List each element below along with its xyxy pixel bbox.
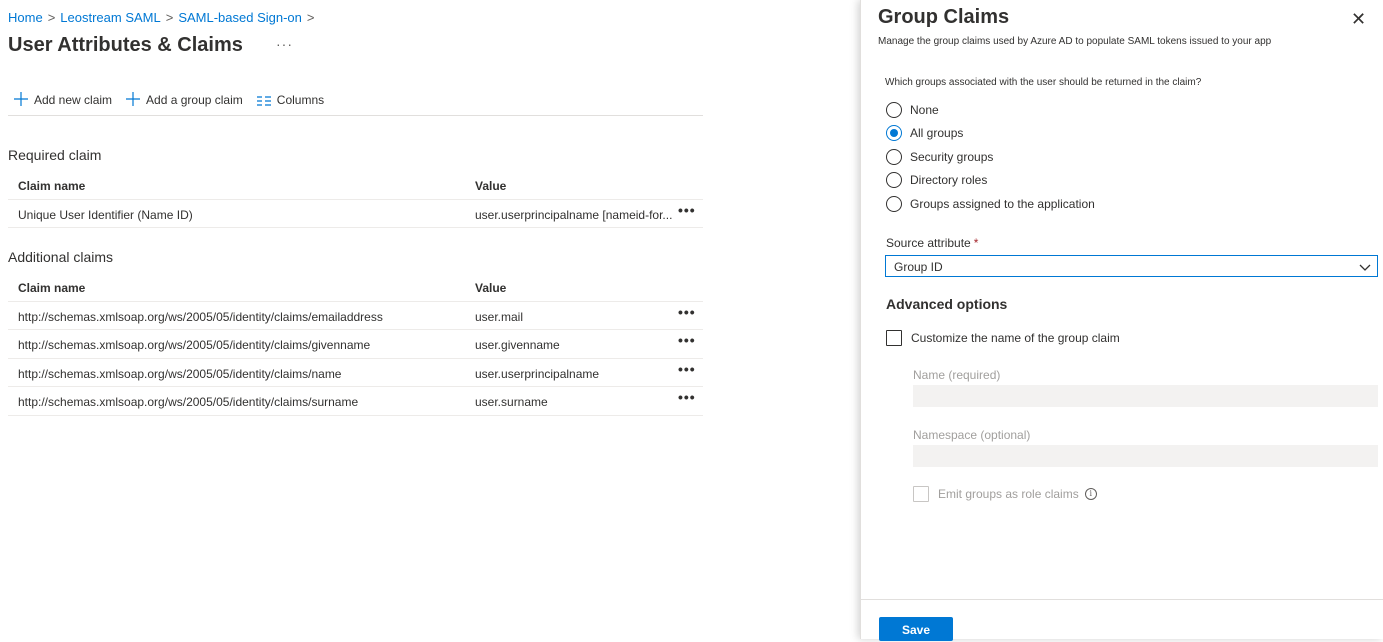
radio-none[interactable]: None xyxy=(886,98,1095,122)
required-marker: * xyxy=(973,236,979,250)
info-icon[interactable]: i xyxy=(1084,488,1097,500)
radio-label: All groups xyxy=(910,126,964,141)
group-claims-panel: Group Claims Manage the group claims use… xyxy=(860,0,1383,641)
source-attribute-dropdown[interactable]: Group ID xyxy=(885,255,1378,277)
more-icon[interactable]: ••• xyxy=(678,202,696,218)
claim-name: Unique User Identifier (Name ID) xyxy=(18,207,193,222)
columns-icon xyxy=(256,91,271,109)
more-icon[interactable]: ··· xyxy=(276,36,293,52)
groups-question: Which groups associated with the user sh… xyxy=(885,77,1202,88)
radio-button[interactable] xyxy=(886,172,902,189)
column-header-value: Value xyxy=(475,281,507,295)
claim-name: http://schemas.xmlsoap.org/ws/2005/05/id… xyxy=(18,338,371,352)
claim-value: user.surname xyxy=(475,395,548,409)
radio-security-groups[interactable]: Security groups xyxy=(886,145,1095,169)
name-field[interactable] xyxy=(913,385,1378,407)
table-row[interactable]: http://schemas.xmlsoap.org/ws/2005/05/id… xyxy=(8,359,703,387)
command-bar: Add new claim Add a group claim Columns xyxy=(14,91,338,109)
columns-label: Columns xyxy=(276,93,325,107)
advanced-options-title: Advanced options xyxy=(886,296,1008,312)
claim-value: user.userprincipalname [nameid-for... xyxy=(475,207,673,222)
breadcrumb-separator: > xyxy=(306,10,315,25)
breadcrumb-separator: > xyxy=(165,10,174,25)
divider xyxy=(8,115,703,116)
checkbox-label: Customize the name of the group claim xyxy=(911,331,1120,345)
divider xyxy=(861,599,1383,600)
plus-icon xyxy=(126,91,141,109)
table-row[interactable]: http://schemas.xmlsoap.org/ws/2005/05/id… xyxy=(8,302,703,330)
table-header: Claim name Value xyxy=(8,171,703,200)
chevron-down-icon xyxy=(1359,261,1371,271)
breadcrumb-separator: > xyxy=(47,10,56,25)
more-icon[interactable]: ••• xyxy=(678,332,696,348)
breadcrumb-sso[interactable]: SAML-based Sign-on xyxy=(178,10,302,25)
checkbox[interactable] xyxy=(913,486,929,502)
checkbox[interactable] xyxy=(886,330,902,346)
more-icon[interactable]: ••• xyxy=(678,361,696,377)
breadcrumb-app[interactable]: Leostream SAML xyxy=(60,10,160,25)
breadcrumb: Home > Leostream SAML > SAML-based Sign-on > xyxy=(8,10,319,25)
column-header-claim-name: Claim name xyxy=(18,179,86,193)
page-title: User Attributes & Claims xyxy=(8,34,243,56)
emit-role-claims-checkbox[interactable]: Emit groups as role claims i xyxy=(913,486,1097,502)
claim-name: http://schemas.xmlsoap.org/ws/2005/05/id… xyxy=(18,366,342,381)
groups-radio-group: None All groups Security groups Director… xyxy=(886,98,1095,216)
main-content: Home > Leostream SAML > SAML-based Sign-on > … xyxy=(0,0,860,639)
namespace-field-label: Namespace (optional) xyxy=(913,428,1031,442)
radio-all-groups[interactable]: All groups xyxy=(886,122,1095,146)
radio-button-selected[interactable] xyxy=(886,125,902,142)
breadcrumb-home[interactable]: Home xyxy=(8,10,43,25)
more-icon[interactable]: ••• xyxy=(678,389,696,405)
panel-subtitle: Manage the group claims used by Azure AD… xyxy=(878,36,1272,47)
radio-label: Groups assigned to the application xyxy=(910,196,1095,211)
radio-button[interactable] xyxy=(886,195,902,212)
close-icon[interactable]: ✕ xyxy=(1351,10,1366,28)
source-attribute-text: Source attribute xyxy=(886,236,971,250)
claim-value: user.mail xyxy=(475,309,524,324)
claim-name: http://schemas.xmlsoap.org/ws/2005/05/id… xyxy=(18,309,383,324)
columns-button[interactable]: Columns xyxy=(256,91,325,109)
namespace-field[interactable] xyxy=(913,445,1378,467)
add-group-claim-button[interactable]: Add a group claim xyxy=(126,91,243,109)
radio-button[interactable] xyxy=(886,101,902,118)
column-header-claim-name: Claim name xyxy=(18,281,86,295)
save-button[interactable]: Save xyxy=(879,617,953,641)
customize-group-claim-checkbox[interactable]: Customize the name of the group claim xyxy=(886,330,1120,346)
additional-claims-title: Additional claims xyxy=(8,249,114,265)
plus-icon xyxy=(14,91,28,109)
table-header: Claim name Value xyxy=(8,273,703,302)
add-new-claim-label: Add new claim xyxy=(34,93,113,107)
claim-value: user.userprincipalname xyxy=(475,366,600,381)
table-row[interactable]: http://schemas.xmlsoap.org/ws/2005/05/id… xyxy=(8,387,703,416)
table-row[interactable]: http://schemas.xmlsoap.org/ws/2005/05/id… xyxy=(8,330,703,359)
radio-directory-roles[interactable]: Directory roles xyxy=(886,169,1095,193)
radio-button[interactable] xyxy=(886,148,902,165)
name-field-label: Name (required) xyxy=(913,368,1001,382)
radio-groups-assigned[interactable]: Groups assigned to the application xyxy=(886,192,1095,216)
table-row[interactable]: Unique User Identifier (Name ID) user.us… xyxy=(8,200,703,228)
panel-title: Group Claims xyxy=(878,6,1010,28)
more-icon[interactable]: ••• xyxy=(678,304,696,320)
source-attribute-label: Source attribute * xyxy=(886,236,978,250)
required-claim-table: Claim name Value Unique User Identifier … xyxy=(8,171,703,228)
add-new-claim-button[interactable]: Add new claim xyxy=(14,91,112,109)
claim-value: user.givenname xyxy=(475,338,560,352)
checkbox-label: Emit groups as role claims xyxy=(938,487,1079,501)
required-claim-title: Required claim xyxy=(8,147,102,163)
radio-label: Security groups xyxy=(910,149,994,164)
add-group-claim-label: Add a group claim xyxy=(146,93,243,107)
source-attribute-value: Group ID xyxy=(894,260,943,274)
additional-claims-table: Claim name Value http://schemas.xmlsoap.… xyxy=(8,273,703,416)
radio-label: None xyxy=(910,102,939,117)
column-header-value: Value xyxy=(475,179,507,193)
claim-name: http://schemas.xmlsoap.org/ws/2005/05/id… xyxy=(18,395,359,409)
radio-label: Directory roles xyxy=(910,173,988,188)
